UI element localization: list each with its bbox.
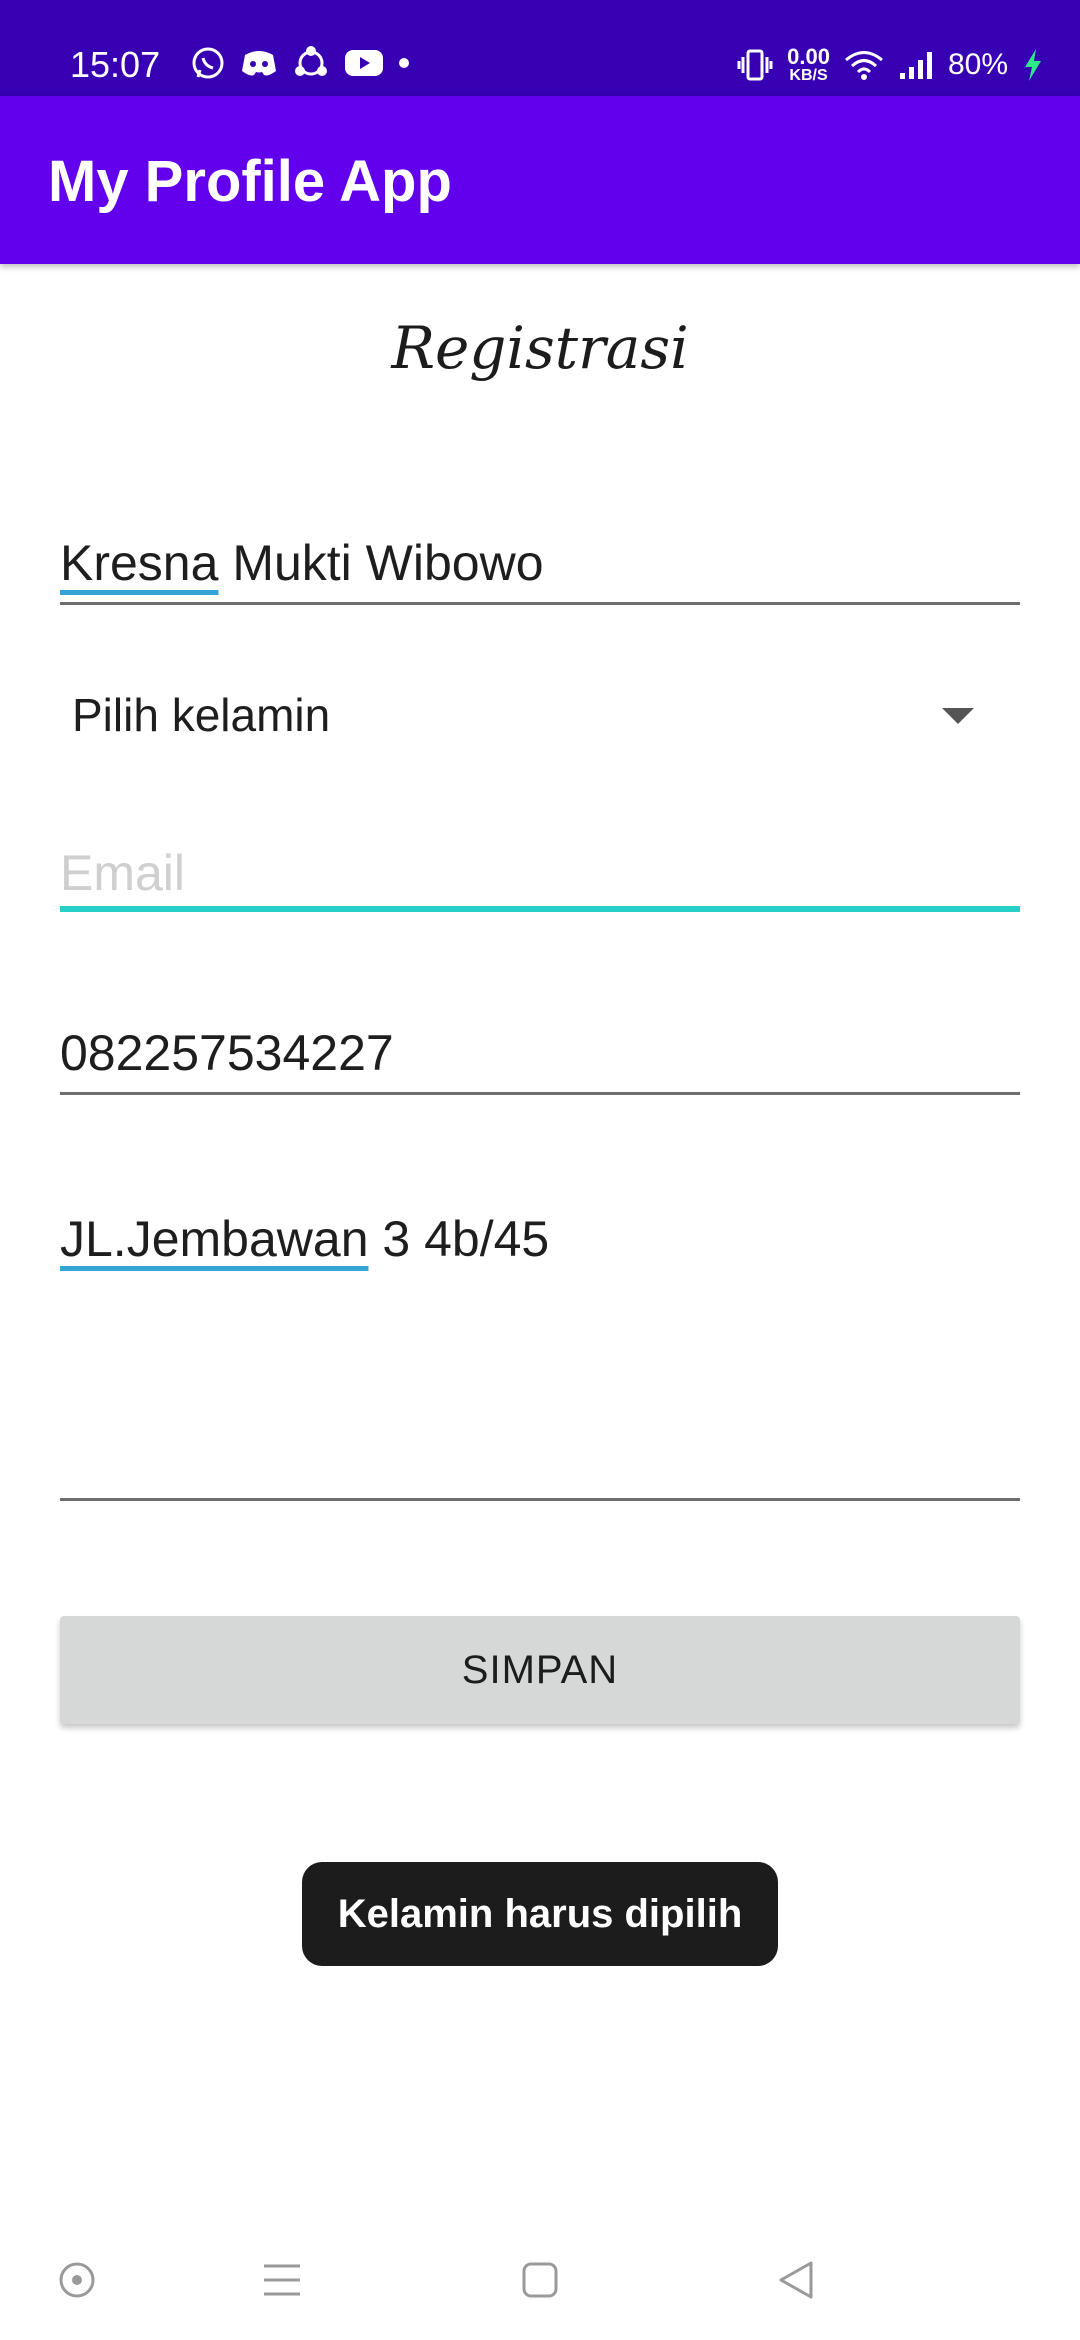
whatsapp-icon [192, 47, 224, 79]
vibrate-icon [737, 49, 773, 81]
name-value: Kresna Mukti Wibowo [60, 534, 544, 592]
address-first-word: JL.Jembawan [60, 1211, 369, 1267]
home-button[interactable] [510, 2250, 570, 2310]
home-icon [522, 2262, 558, 2298]
signal-icon [899, 52, 932, 79]
back-icon [779, 2261, 813, 2299]
address-rest: 3 4b/45 [368, 1211, 550, 1267]
share-icon [295, 46, 327, 76]
app-bar: My Profile App [0, 96, 1080, 264]
address-value: JL.Jembawan 3 4b/45 [60, 1210, 549, 1268]
back-button[interactable] [766, 2250, 826, 2310]
system-icons: 0.00 KB/S 80% [737, 46, 1044, 84]
form-heading: Registrasi [391, 314, 689, 382]
dot-icon [399, 58, 409, 68]
name-rest: Mukti Wibowo [218, 535, 544, 591]
name-underline [60, 602, 1020, 605]
gender-selected-value: Pilih kelamin [72, 689, 331, 741]
address-field[interactable]: JL.Jembawan 3 4b/45 [60, 1200, 1020, 1510]
battery-percent: 80% [947, 48, 1008, 81]
save-button[interactable]: SIMPAN [60, 1616, 1020, 1724]
status-time: 15:07 [70, 44, 161, 85]
recents-button[interactable] [252, 2250, 312, 2310]
wifi-icon [844, 51, 883, 80]
phone-underline [60, 1092, 1020, 1095]
dropdown-arrow-icon [942, 708, 974, 724]
email-underline [60, 906, 1020, 912]
status-bar: 15:07 0.00 KB/S 80% [0, 0, 1080, 96]
notification-icons [190, 45, 410, 81]
gender-dropdown[interactable]: Pilih kelamin [60, 676, 1020, 756]
assistant-icon [59, 2262, 95, 2298]
name-first-word: Kresna [60, 535, 219, 591]
email-input[interactable] [60, 838, 1020, 908]
email-field[interactable] [60, 830, 1020, 930]
name-field[interactable]: Kresna Mukti Wibowo [60, 520, 1020, 610]
phone-field[interactable]: 082257534227 [60, 1010, 1020, 1110]
net-speed-value: 0.00 [787, 44, 830, 69]
address-underline [60, 1498, 1020, 1501]
discord-icon [242, 51, 276, 76]
phone-value: 082257534227 [60, 1025, 394, 1081]
youtube-icon [345, 50, 383, 76]
net-speed: 0.00 KB/S [787, 46, 830, 84]
charging-icon [1025, 49, 1041, 81]
toast-message: Kelamin harus dipilih [302, 1862, 778, 1966]
app-title: My Profile App [48, 149, 452, 214]
navigation-bar [0, 2220, 1080, 2340]
recents-icon [264, 2264, 300, 2296]
assistant-button[interactable] [47, 2250, 107, 2310]
net-speed-unit: KB/S [789, 67, 828, 84]
